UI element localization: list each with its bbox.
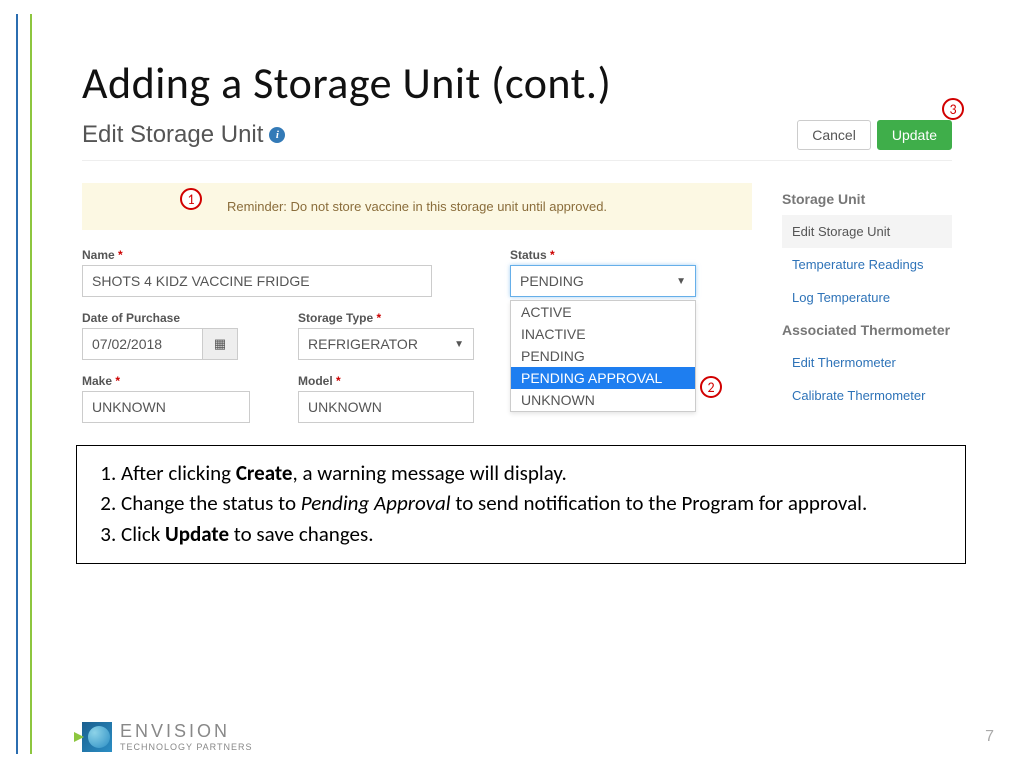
status-option-unknown[interactable]: UNKNOWN	[511, 389, 695, 411]
model-value: UNKNOWN	[308, 399, 382, 415]
status-option-pending-approval[interactable]: PENDING APPROVAL	[511, 367, 695, 389]
panel-title-text: Edit Storage Unit	[82, 121, 263, 149]
type-select[interactable]: REFRIGERATOR ▼	[298, 328, 474, 360]
status-label: Status	[510, 248, 696, 262]
slide-body: Adding a Storage Unit (cont.) Edit Stora…	[46, 18, 1004, 754]
sidebar-item-temp-readings[interactable]: Temperature Readings	[782, 248, 952, 281]
chevron-down-icon: ▼	[454, 339, 464, 350]
app-header: Edit Storage Unit i Cancel Update	[82, 120, 952, 161]
slide-title: Adding a Storage Unit (cont.)	[82, 56, 1004, 110]
chevron-down-icon: ▼	[676, 276, 686, 287]
callout-3: 3	[942, 98, 964, 120]
name-label: Name	[82, 248, 432, 262]
sidebar-section-thermometer: Associated Thermometer	[782, 322, 952, 338]
instruction-box: After clicking Create, a warning message…	[76, 445, 966, 564]
company-logo: ENVISION TECHNOLOGY PARTNERS	[82, 721, 253, 752]
instruction-1: After clicking Create, a warning message…	[121, 458, 947, 488]
make-label: Make	[82, 374, 250, 388]
calendar-icon: ▦	[214, 336, 226, 352]
sidebar-item-edit-thermometer[interactable]: Edit Thermometer	[782, 346, 952, 379]
make-input[interactable]: UNKNOWN	[82, 391, 250, 423]
calendar-button[interactable]: ▦	[202, 328, 238, 360]
sidebar-item-log-temp[interactable]: Log Temperature	[782, 281, 952, 314]
date-value: 07/02/2018	[92, 336, 162, 352]
date-input[interactable]: 07/02/2018	[82, 328, 202, 360]
sidebar-section-storage: Storage Unit	[782, 191, 952, 207]
app-content: Reminder: Do not store vaccine in this s…	[82, 183, 952, 437]
instruction-3: Click Update to save changes.	[121, 519, 947, 549]
type-value: REFRIGERATOR	[308, 336, 418, 352]
callout-1: 1	[180, 188, 202, 210]
model-label: Model	[298, 374, 474, 388]
status-dropdown: ACTIVE INACTIVE PENDING PENDING APPROVAL…	[510, 300, 696, 412]
panel-title: Edit Storage Unit i	[82, 121, 285, 149]
logo-text: ENVISION TECHNOLOGY PARTNERS	[120, 721, 253, 752]
status-option-inactive[interactable]: INACTIVE	[511, 323, 695, 345]
make-value: UNKNOWN	[92, 399, 166, 415]
form-area: Reminder: Do not store vaccine in this s…	[82, 183, 752, 437]
action-buttons: Cancel Update	[797, 120, 952, 150]
info-icon[interactable]: i	[269, 127, 285, 143]
sidebar: Storage Unit Edit Storage Unit Temperatu…	[782, 183, 952, 437]
status-value: PENDING	[520, 273, 584, 289]
name-input[interactable]: SHOTS 4 KIDZ VACCINE FRIDGE	[82, 265, 432, 297]
sidebar-item-edit-storage[interactable]: Edit Storage Unit	[782, 215, 952, 248]
slide-accent-bars	[16, 14, 32, 754]
date-label: Date of Purchase	[82, 311, 250, 325]
status-option-active[interactable]: ACTIVE	[511, 301, 695, 323]
sidebar-item-calibrate[interactable]: Calibrate Thermometer	[782, 379, 952, 412]
status-select[interactable]: PENDING ▼	[510, 265, 696, 297]
logo-line2: TECHNOLOGY PARTNERS	[120, 742, 253, 752]
date-input-group: 07/02/2018 ▦	[82, 328, 250, 360]
instruction-2: Change the status to Pending Approval to…	[121, 488, 947, 518]
update-button[interactable]: Update	[877, 120, 952, 150]
logo-line1: ENVISION	[120, 721, 253, 742]
cancel-button[interactable]: Cancel	[797, 120, 871, 150]
type-label: Storage Type	[298, 311, 474, 325]
page-number: 7	[985, 728, 994, 746]
logo-mark-icon	[82, 722, 112, 752]
app-screenshot: Edit Storage Unit i Cancel Update Remind…	[82, 120, 952, 437]
status-option-pending[interactable]: PENDING	[511, 345, 695, 367]
slide-footer: ENVISION TECHNOLOGY PARTNERS 7	[82, 721, 994, 752]
callout-2: 2	[700, 376, 722, 398]
name-value: SHOTS 4 KIDZ VACCINE FRIDGE	[92, 273, 310, 289]
model-input[interactable]: UNKNOWN	[298, 391, 474, 423]
